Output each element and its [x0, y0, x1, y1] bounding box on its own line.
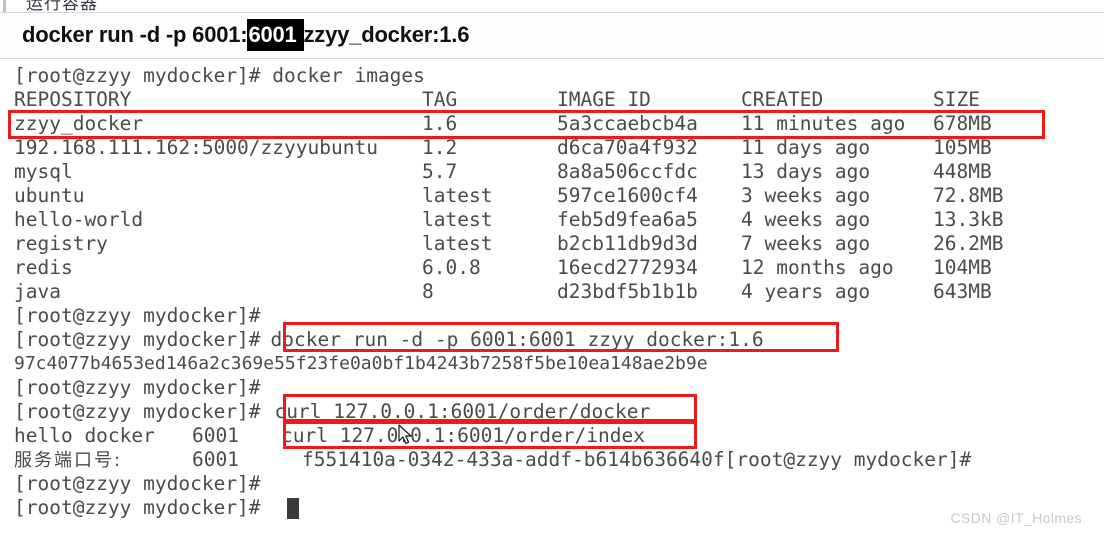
cell-created: 4 years ago — [741, 280, 871, 303]
section-heading-text: 运行容器 — [26, 0, 98, 12]
terminal-line-container-id: 97c4077b4653ed146a2c369e55f23fe0a0bf1b42… — [14, 353, 708, 374]
cell-image-id: d23bdf5b1b1b — [557, 280, 698, 303]
cell-image-id: b2cb11db9d3d — [557, 232, 698, 255]
terminal-line-curl-output-and-curl-index: hello docker 6001 curl 127.0.0.1:6001/orde… — [14, 424, 645, 448]
text-cursor — [287, 498, 299, 519]
col-header-created: CREATED — [741, 88, 824, 111]
cell-image-id: 597ce1600cf4 — [557, 184, 698, 207]
cell-created: 12 months ago — [741, 256, 894, 279]
images-table-header: REPOSITORY TAG IMAGE ID CREATED SIZE — [14, 88, 1043, 112]
service-port-value: 6001 — [192, 448, 239, 471]
command-selected-text[interactable]: 6001 — [247, 19, 304, 51]
prompt-text: [root@zzyy mydocker]# — [14, 472, 261, 495]
curl-output-port: 6001 — [192, 424, 239, 447]
cell-repository: hello-world — [14, 208, 144, 231]
cell-size: 26.2MB — [933, 232, 1004, 255]
terminal-final-prompt-line[interactable]: [root@zzyy mydocker]# — [14, 496, 261, 520]
prompt-text: [root@zzyy mydocker]# — [14, 400, 261, 423]
prompt-text: [root@zzyy mydocker]# — [14, 64, 261, 87]
prompt-text: [root@zzyy mydocker]# — [14, 376, 261, 399]
trailing-prompt-text: [root@zzyy mydocker]# — [724, 448, 972, 471]
terminal-line-curl-docker: [root@zzyy mydocker]# curl 127.0.0.1:6001… — [14, 400, 650, 424]
cell-repository: redis — [14, 256, 73, 279]
col-header-repository: REPOSITORY — [14, 88, 132, 111]
cell-repository: 192.168.111.162:5000/zzyyubuntu — [14, 136, 378, 159]
cell-repository: registry — [14, 232, 108, 255]
cell-created: 3 weeks ago — [741, 184, 871, 207]
terminal-output[interactable]: [root@zzyy mydocker]# docker images REPO… — [0, 60, 1104, 534]
command-bar[interactable]: docker run -d -p 6001:6001 zzyy_docker:1… — [0, 12, 1104, 59]
terminal-prompt-line: [root@zzyy mydocker]# — [14, 376, 261, 400]
cell-image-id: d6ca70a4f932 — [557, 136, 698, 159]
cell-created: 4 weeks ago — [741, 208, 871, 231]
cell-size: 105MB — [933, 136, 992, 159]
cell-created: 7 weeks ago — [741, 232, 871, 255]
cell-size: 448MB — [933, 160, 992, 183]
terminal-line-docker-run: [root@zzyy mydocker]# docker run -d -p 60… — [14, 328, 764, 352]
curl-output-text: hello docker — [14, 424, 155, 447]
table-row: redis 6.0.8 16ecd2772934 12 months ago 104MB — [14, 256, 1043, 280]
col-header-image-id: IMAGE ID — [557, 88, 651, 111]
cell-tag: latest — [422, 208, 493, 231]
command-text: curl 127.0.0.1:6001/order/index — [281, 424, 645, 447]
command-suffix: zzyy_docker:1.6 — [303, 22, 470, 47]
col-header-tag: TAG — [422, 88, 458, 111]
cell-tag: 8 — [422, 280, 434, 303]
table-row: ubuntu latest 597ce1600cf4 3 weeks ago 72.8M… — [14, 184, 1043, 208]
command-text: docker run -d -p 6001:6001 zzyy_docker:1… — [270, 328, 764, 351]
prompt-text: [root@zzyy mydocker]# — [14, 304, 261, 327]
table-row: hello-world latest feb5d9fea6a5 4 weeks ago… — [14, 208, 1043, 232]
cell-image-id: 8a8a506ccfdc — [557, 160, 698, 183]
command-bar-text: docker run -d -p 6001:6001 zzyy_docker:1… — [22, 19, 470, 51]
cell-tag: 5.7 — [422, 160, 458, 183]
table-row: mysql 5.7 8a8a506ccfdc 13 days ago 448MB — [14, 160, 1043, 184]
cell-tag: latest — [422, 232, 493, 255]
prompt-text: [root@zzyy mydocker]# — [14, 496, 261, 519]
cell-size: 72.8MB — [933, 184, 1004, 207]
table-row: 192.168.111.162:5000/zzyyubuntu 1.2 d6ca70… — [14, 136, 1043, 160]
cell-created: 11 days ago — [741, 136, 871, 159]
cell-tag: 1.2 — [422, 136, 458, 159]
cell-created: 13 days ago — [741, 160, 871, 183]
table-row: registry latest b2cb11db9d3d 7 weeks ago 26.… — [14, 232, 1043, 256]
cell-tag: latest — [422, 184, 493, 207]
cell-size: 643MB — [933, 280, 992, 303]
cell-repository: java — [14, 280, 61, 303]
cell-image-id: 5a3ccaebcb4a — [557, 112, 698, 135]
terminal-line-service-port: 服务端口号: 6001 f551410a-0342-433a-addf-b614b6… — [14, 448, 971, 473]
service-port-label: 服务端口号: — [14, 450, 123, 471]
cell-repository: ubuntu — [14, 184, 85, 207]
left-rail-top-segment — [3, 0, 6, 12]
table-row: zzyy_docker 1.6 5a3ccaebcb4a 11 minutes ago… — [14, 112, 1043, 136]
cell-repository: zzyy_docker — [14, 112, 144, 135]
watermark: CSDN @IT_Holmes — [950, 510, 1082, 526]
cell-created: 11 minutes ago — [741, 112, 906, 135]
cell-tag: 1.6 — [422, 112, 458, 135]
cell-image-id: feb5d9fea6a5 — [557, 208, 698, 231]
command-text: docker images — [260, 64, 425, 87]
cell-image-id: 16ecd2772934 — [557, 256, 698, 279]
cell-repository: mysql — [14, 160, 73, 183]
terminal-prompt-line: [root@zzyy mydocker]# — [14, 304, 261, 328]
screenshot-root: 运行容器 docker run -d -p 6001:6001 zzyy_doc… — [0, 0, 1104, 534]
command-text: curl 127.0.0.1:6001/order/docker — [274, 400, 651, 423]
cell-size: 13.3kB — [933, 208, 1004, 231]
command-prefix: docker run -d -p 6001: — [22, 22, 248, 47]
mouse-pointer-icon — [398, 424, 412, 445]
table-row: java 8 d23bdf5b1b1b 4 years ago 643MB — [14, 280, 1043, 304]
cell-size: 104MB — [933, 256, 992, 279]
service-uuid: f551410a-0342-433a-addf-b614b636640f — [302, 448, 725, 471]
col-header-size: SIZE — [933, 88, 980, 111]
terminal-prompt-line: [root@zzyy mydocker]# — [14, 472, 261, 496]
cell-tag: 6.0.8 — [422, 256, 481, 279]
cell-size: 678MB — [933, 112, 992, 135]
section-heading: 运行容器 — [0, 0, 1104, 12]
prompt-text: [root@zzyy mydocker]# — [14, 328, 261, 351]
terminal-line-docker-images: [root@zzyy mydocker]# docker images — [14, 64, 425, 88]
